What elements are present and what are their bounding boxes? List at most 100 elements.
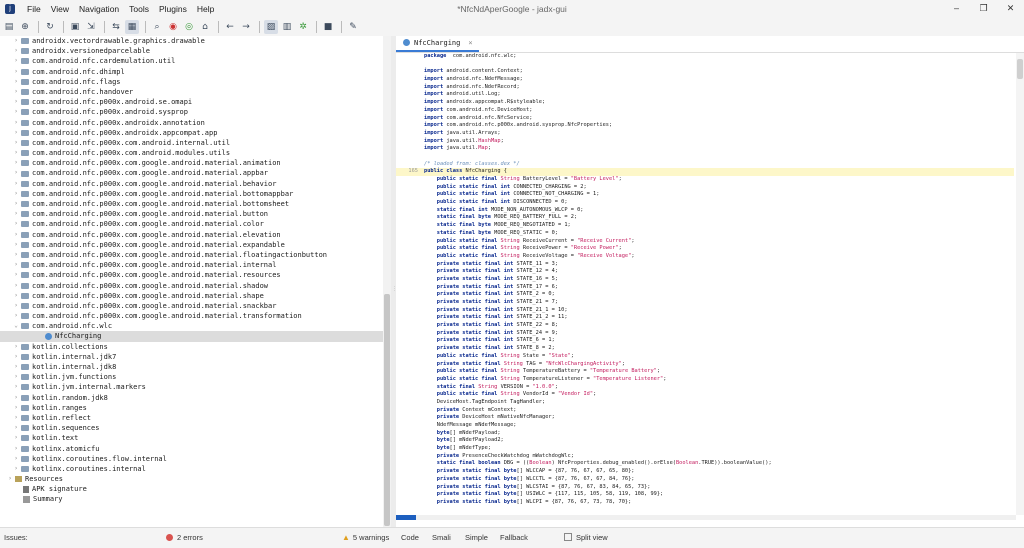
tree-item[interactable]: › com.android.nfc.flags <box>0 77 383 87</box>
expand-chevron-icon[interactable]: › <box>12 372 20 382</box>
editor-scrollbar-thumb[interactable] <box>1017 59 1023 79</box>
code-line[interactable]: private PresenceCheckWatchdog mWatchdogW… <box>396 453 1014 461</box>
refresh-icon[interactable]: ↻ <box>43 20 57 34</box>
tree-item[interactable]: › com.android.nfc.p000x.com.google.androi… <box>0 260 383 270</box>
tree-item[interactable]: › androidx.versionedparcelable <box>0 46 383 56</box>
expand-chevron-icon[interactable]: › <box>12 403 20 413</box>
expand-chevron-icon[interactable]: › <box>12 240 20 250</box>
project-tree[interactable]: › androidx.vectordrawable.graphics.drawab… <box>0 36 383 527</box>
code-line[interactable]: private static final String TAG = "NfcWl… <box>396 361 1014 369</box>
code-line[interactable]: public static final String TemperatureBa… <box>396 368 1014 376</box>
code-area[interactable]: package com.android.nfc.wlc; import andro… <box>396 53 1014 515</box>
tree-item[interactable]: › com.android.nfc.p000x.com.android.inter… <box>0 138 383 148</box>
debug-icon[interactable]: ✲ <box>296 20 310 34</box>
tree-item[interactable]: › com.android.nfc.p000x.com.google.androi… <box>0 281 383 291</box>
tree-item[interactable]: › kotlin.text <box>0 433 383 443</box>
tree-item[interactable]: › com.android.nfc.p000x.com.google.androi… <box>0 158 383 168</box>
tree-item[interactable]: › kotlin.ranges <box>0 403 383 413</box>
tab-fallback[interactable]: Fallback <box>500 533 528 542</box>
code-line[interactable]: /* loaded from: classes.dex */ <box>396 161 1014 169</box>
code-line[interactable]: private static final int STATE_17 = 6; <box>396 284 1014 292</box>
code-line[interactable]: private static final int STATE_21_2 = 11… <box>396 314 1014 322</box>
expand-chevron-icon[interactable]: › <box>12 311 20 321</box>
code-line[interactable]: public static final int CONNECTED_CHARGI… <box>396 184 1014 192</box>
code-line[interactable]: public static final int CONNECTED_NOT_CH… <box>396 191 1014 199</box>
expand-chevron-icon[interactable]: › <box>6 474 14 484</box>
tree-item[interactable]: › kotlinx.atomicfu <box>0 444 383 454</box>
code-line[interactable]: import java.util.HashMap; <box>396 138 1014 146</box>
code-line[interactable] <box>396 153 1014 161</box>
menu-tools[interactable]: Tools <box>124 4 154 14</box>
tree-item[interactable]: › kotlinx.coroutines.internal <box>0 464 383 474</box>
tree-item[interactable]: › kotlin.jvm.functions <box>0 372 383 382</box>
tree-item[interactable]: › kotlin.collections <box>0 342 383 352</box>
tree-item[interactable]: ⌄ com.android.nfc.wlc <box>0 321 383 331</box>
expand-chevron-icon[interactable]: › <box>12 56 20 66</box>
tab-code[interactable]: Code <box>401 533 419 542</box>
code-line[interactable]: private static final byte[] USIWLC = {11… <box>396 491 1014 499</box>
code-line[interactable]: public static final String ReceivePower … <box>396 245 1014 253</box>
code-line[interactable]: public static final String State = "Stat… <box>396 353 1014 361</box>
tree-item[interactable]: › kotlin.internal.jdk8 <box>0 362 383 372</box>
expand-chevron-icon[interactable]: › <box>12 107 20 117</box>
expand-chevron-icon[interactable]: › <box>12 301 20 311</box>
expand-chevron-icon[interactable]: › <box>12 97 20 107</box>
code-line[interactable]: import com.android.nfc.DeviceHost; <box>396 107 1014 115</box>
editor-horizontal-scrollbar[interactable] <box>396 515 1016 520</box>
code-line[interactable]: private static final int STATE_12 = 4; <box>396 268 1014 276</box>
tree-item[interactable]: NfcCharging <box>0 331 383 342</box>
menu-navigation[interactable]: Navigation <box>74 4 124 14</box>
tree-scrollbar[interactable] <box>383 36 391 527</box>
add-file-icon[interactable]: ⊕ <box>18 20 32 34</box>
tree-item[interactable]: › com.android.nfc.p000x.com.android.modul… <box>0 148 383 158</box>
code-line[interactable]: 165 public class NfcCharging { <box>396 168 1014 176</box>
code-line[interactable]: private static final int STATE_24 = 9; <box>396 330 1014 338</box>
horizontal-scrollbar-thumb[interactable] <box>396 515 416 520</box>
code-line[interactable]: static final byte MODE_REQ_STATIC = 0; <box>396 230 1014 238</box>
code-line[interactable]: import com.android.nfc.NfcService; <box>396 115 1014 123</box>
expand-chevron-icon[interactable]: › <box>12 199 20 209</box>
maximize-button[interactable]: ❐ <box>970 0 997 17</box>
tab-smali[interactable]: Smali <box>432 533 451 542</box>
search-icon[interactable]: ⌕ <box>150 20 164 34</box>
expand-chevron-icon[interactable]: › <box>12 342 20 352</box>
code-line[interactable]: static final boolean DBG = ((Boolean) Nf… <box>396 460 1014 468</box>
quark-icon[interactable]: ■ <box>321 20 335 34</box>
code-line[interactable]: import java.util.Arrays; <box>396 130 1014 138</box>
code-line[interactable]: import android.nfc.NdefMessage; <box>396 76 1014 84</box>
tab-close-icon[interactable]: × <box>468 39 472 47</box>
expand-chevron-icon[interactable]: › <box>12 230 20 240</box>
menu-help[interactable]: Help <box>192 4 219 14</box>
expand-chevron-icon[interactable]: › <box>12 179 20 189</box>
tree-item[interactable]: › kotlin.jvm.internal.markers <box>0 382 383 392</box>
code-line[interactable] <box>396 61 1014 69</box>
expand-chevron-icon[interactable]: › <box>12 382 20 392</box>
splitter-handle-icon[interactable]: ⋮ <box>392 286 397 294</box>
home-icon[interactable]: ⌂ <box>198 20 212 34</box>
expand-chevron-icon[interactable]: › <box>12 168 20 178</box>
expand-chevron-icon[interactable]: › <box>12 433 20 443</box>
expand-chevron-icon[interactable]: ⌄ <box>12 321 20 331</box>
search-usage-icon[interactable]: ◉ <box>166 20 180 34</box>
tree-item[interactable]: › com.android.nfc.p000x.com.google.androi… <box>0 270 383 280</box>
decompile-mode-icon[interactable]: ▨ <box>264 19 278 34</box>
code-line[interactable]: import java.util.Map; <box>396 145 1014 153</box>
split-view-toggle[interactable]: Split view <box>564 533 608 542</box>
menu-view[interactable]: View <box>46 4 74 14</box>
code-line[interactable]: NdefMessage mNdefMessage; <box>396 422 1014 430</box>
close-button[interactable]: ✕ <box>997 0 1024 17</box>
tree-item[interactable]: › com.android.nfc.handover <box>0 87 383 97</box>
expand-chevron-icon[interactable]: › <box>12 464 20 474</box>
expand-chevron-icon[interactable]: › <box>12 413 20 423</box>
expand-chevron-icon[interactable]: › <box>12 36 20 46</box>
code-line[interactable]: byte[] mNdefType; <box>396 445 1014 453</box>
code-line[interactable]: private static final int STATE_11 = 3; <box>396 261 1014 269</box>
warnings-indicator[interactable]: ▲ 5 warnings <box>342 533 389 542</box>
expand-chevron-icon[interactable]: › <box>12 189 20 199</box>
expand-chevron-icon[interactable]: › <box>12 454 20 464</box>
code-line[interactable]: private DeviceHost mNativeNfcManager; <box>396 414 1014 422</box>
expand-chevron-icon[interactable]: › <box>12 128 20 138</box>
code-line[interactable]: import android.content.Context; <box>396 68 1014 76</box>
code-line[interactable]: private static final byte[] WLCCAP = {87… <box>396 468 1014 476</box>
tree-item[interactable]: › androidx.vectordrawable.graphics.drawab… <box>0 36 383 46</box>
